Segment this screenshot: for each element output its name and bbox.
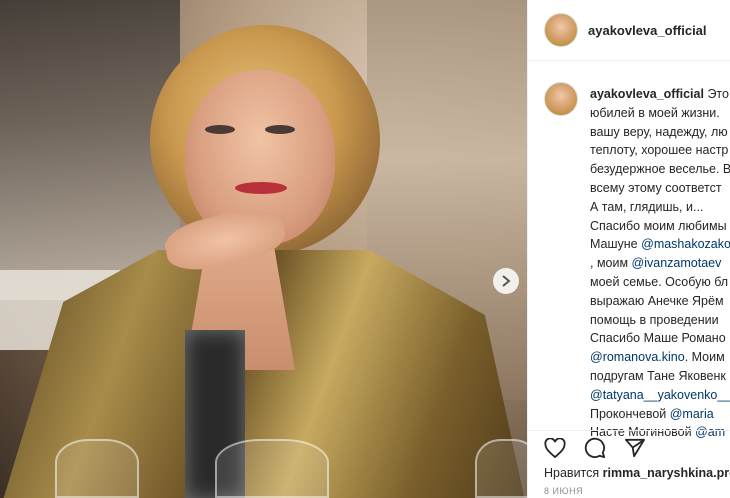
caption-text-part: Прокончевой — [590, 406, 670, 421]
caption-mention[interactable]: @tatyana__yakovenko__ — [590, 388, 730, 402]
comment-icon — [584, 437, 606, 459]
heart-icon — [544, 438, 566, 458]
next-photo-button[interactable] — [493, 268, 519, 294]
caption-mention[interactable]: @mashakozako — [641, 237, 730, 251]
caption-mention[interactable]: @romanova.kino — [590, 350, 685, 364]
caption-line: ayakovleva_official Это — [590, 85, 730, 104]
caption-line: подругам Тане Яковенк — [590, 367, 730, 386]
caption-text-part: моей семье. Особую бл — [590, 274, 729, 289]
comment-button[interactable] — [584, 437, 606, 459]
caption-text-part: выражаю Анечке Ярём — [590, 293, 724, 308]
action-bar — [528, 430, 730, 461]
caption-text-part: Спасибо Маше Романо — [590, 331, 726, 346]
share-icon — [625, 438, 645, 458]
caption-text-part: Спасибо моим любимы — [590, 218, 727, 233]
caption-text-part: помощь в проведении — [590, 312, 719, 327]
caption-text-part: , моим — [590, 256, 632, 271]
caption-line: всему этому соответст — [590, 179, 730, 198]
caption-text-part: подругам Тане Яковенк — [590, 368, 726, 383]
caption-text-part: Машуне — [590, 237, 642, 252]
likes-prefix: Нравится — [544, 466, 603, 480]
caption-mention[interactable]: @maria — [670, 407, 714, 421]
caption-line: теплоту, хорошее настр — [590, 141, 730, 160]
avatar[interactable] — [544, 13, 578, 47]
photo-glass — [55, 439, 139, 498]
caption-text-part: . Моим — [684, 350, 725, 365]
caption-text-part: А там, глядишь, и... — [590, 199, 704, 214]
caption-line: Спасибо моим любимы — [590, 217, 730, 236]
caption-line: юбилей в моей жизни. — [590, 104, 730, 123]
caption-text-part: теплоту, хорошее настр — [590, 143, 729, 158]
share-button[interactable] — [624, 438, 646, 458]
caption-text-part: вашу веру, надежду, лю — [590, 124, 728, 139]
caption-text-part: Это — [703, 87, 729, 101]
caption-text-part: юбилей в моей жизни. — [590, 105, 720, 120]
post-photo — [0, 0, 527, 498]
caption-line: Прокончевой @maria — [590, 405, 730, 424]
caption-line: @tatyana__yakovenko__ — [590, 386, 730, 405]
caption-line: выражаю Анечке Ярём — [590, 292, 730, 311]
caption-text-part: всему этому соответст — [590, 180, 722, 195]
likes-user[interactable]: rimma_naryshkina.pro — [603, 466, 730, 480]
photo-eye-right — [265, 125, 295, 134]
photo-glass — [215, 439, 329, 498]
like-button[interactable] — [544, 438, 566, 458]
chevron-right-icon — [502, 275, 511, 287]
caption-line: Спасибо Маше Романо — [590, 329, 730, 348]
caption-line: А там, глядишь, и... — [590, 198, 730, 217]
caption-line: помощь в проведении — [590, 311, 730, 330]
caption-avatar[interactable] — [544, 82, 578, 116]
photo-eye-left — [205, 125, 235, 134]
caption-mention[interactable]: @ivanzamotaev — [632, 256, 722, 270]
caption-text: ayakovleva_official Это юбилей в моей жиз… — [590, 85, 730, 442]
caption-line: @romanova.kino. Моим — [590, 348, 730, 367]
caption-line: моей семье. Особую бл — [590, 273, 730, 292]
caption-line: Машуне @mashakozako — [590, 235, 730, 254]
caption-username[interactable]: ayakovleva_official — [590, 87, 704, 101]
caption-line: вашу веру, надежду, лю — [590, 123, 730, 142]
photo-lips — [235, 182, 287, 194]
post-side-panel: ayakovleva_official ayakovleva_official … — [527, 0, 730, 498]
caption-line: , моим @ivanzamotaev — [590, 254, 730, 273]
photo-glass — [475, 439, 527, 498]
caption-text-part: безудержное веселье. В — [590, 162, 730, 177]
likes-line: Нравится rimma_naryshkina.pro — [544, 466, 730, 480]
header-username[interactable]: ayakovleva_official — [588, 23, 707, 38]
post-header: ayakovleva_official — [528, 0, 730, 61]
caption-line: безудержное веселье. В — [590, 160, 730, 179]
post-date: 8 ИЮНЯ — [544, 486, 584, 496]
